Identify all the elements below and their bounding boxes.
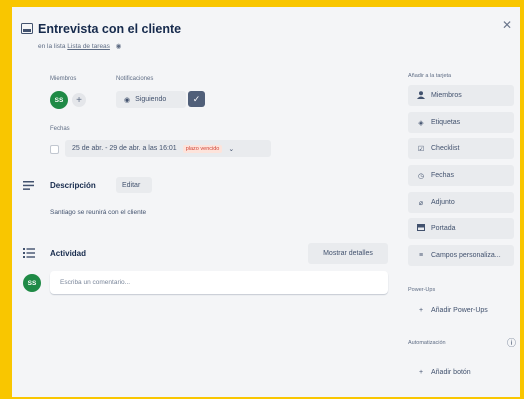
avatar[interactable]: SS <box>50 91 68 109</box>
description-title: Descripción <box>50 181 96 190</box>
follow-label: Siguiendo <box>135 96 167 103</box>
eye-icon: ◉ <box>115 43 122 50</box>
add-powerups-label: Añadir Power-Ups <box>431 307 488 314</box>
notifications-label: Notificaciones <box>116 76 154 82</box>
edit-description-button[interactable]: Editar <box>116 177 152 193</box>
sidebar-item-label: Miembros <box>431 92 462 99</box>
members-label: Miembros <box>50 76 77 82</box>
card-icon <box>21 23 33 36</box>
person-icon <box>416 90 426 101</box>
card-detail-dialog: Entrevista con el cliente en la lista Li… <box>12 7 520 397</box>
add-button-button[interactable]: + Añadir botón <box>408 362 514 383</box>
sidebar-item-label: Checklist <box>431 145 460 152</box>
powerups-label: Power-Ups <box>408 287 436 293</box>
description-text[interactable]: Santiago se reunirá con el cliente <box>50 209 146 216</box>
date-range: 25 de abr. - 29 de abr. a las 16:01 <box>72 145 177 152</box>
sidebar-item-custom-fields[interactable]: ≡ Campos personaliza... <box>408 245 514 266</box>
automation-label: Automatización <box>408 340 446 346</box>
chevron-down-icon: ⌄ <box>228 145 235 153</box>
add-to-card-label: Añadir a la tarjeta <box>408 73 452 79</box>
close-icon[interactable]: ✕ <box>502 18 512 32</box>
following-check-icon[interactable]: ✓ <box>188 91 205 107</box>
sidebar-item-checklist[interactable]: ☑ Checklist <box>408 138 514 159</box>
dates-button[interactable]: 25 de abr. - 29 de abr. a las 16:01 plaz… <box>65 140 271 157</box>
custom-fields-icon: ≡ <box>418 252 424 259</box>
sidebar-item-attachment[interactable]: ⌀ Adjunto <box>408 192 514 213</box>
avatar: SS <box>23 274 41 292</box>
plus-icon: + <box>418 307 424 314</box>
tag-icon: ◈ <box>418 119 424 127</box>
info-icon[interactable]: ⓘ <box>507 336 516 349</box>
checklist-icon: ☑ <box>417 145 425 153</box>
sidebar-item-labels[interactable]: ◈ Etiquetas <box>408 112 514 133</box>
card-list-info: en la lista Lista de tareas ◉ <box>38 42 121 50</box>
eye-icon: ◉ <box>124 96 131 104</box>
sidebar-item-label: Portada <box>431 225 456 232</box>
sidebar-item-label: Fechas <box>431 172 454 179</box>
list-link[interactable]: Lista de tareas <box>67 43 110 50</box>
list-prefix: en la lista <box>38 43 66 50</box>
add-powerups-button[interactable]: + Añadir Power-Ups <box>408 300 514 321</box>
follow-button[interactable]: ◉ Siguiendo <box>116 91 186 108</box>
add-button-label: Añadir botón <box>431 369 471 376</box>
sidebar-item-label: Adjunto <box>431 199 455 206</box>
plus-icon: + <box>418 369 424 376</box>
sidebar-item-dates[interactable]: ◷ Fechas <box>408 165 514 186</box>
add-member-button[interactable]: + <box>72 93 86 107</box>
show-details-button[interactable]: Mostrar detalles <box>308 243 388 264</box>
card-title[interactable]: Entrevista con el cliente <box>38 22 181 36</box>
overdue-badge: plazo vencido <box>182 144 223 153</box>
cover-icon <box>416 224 426 233</box>
sidebar-item-label: Campos personaliza... <box>431 252 501 259</box>
sidebar-item-members[interactable]: Miembros <box>408 85 514 106</box>
sidebar-item-label: Etiquetas <box>431 119 461 126</box>
sidebar-item-cover[interactable]: Portada <box>408 218 514 239</box>
dates-label: Fechas <box>50 126 70 132</box>
due-date-checkbox[interactable] <box>50 145 59 154</box>
activity-icon <box>23 248 35 260</box>
description-icon <box>23 180 34 192</box>
comment-input[interactable]: Escriba un comentario... <box>50 271 388 294</box>
paperclip-icon: ⌀ <box>418 199 424 207</box>
clock-icon: ◷ <box>417 172 425 180</box>
activity-title: Actividad <box>50 249 87 258</box>
